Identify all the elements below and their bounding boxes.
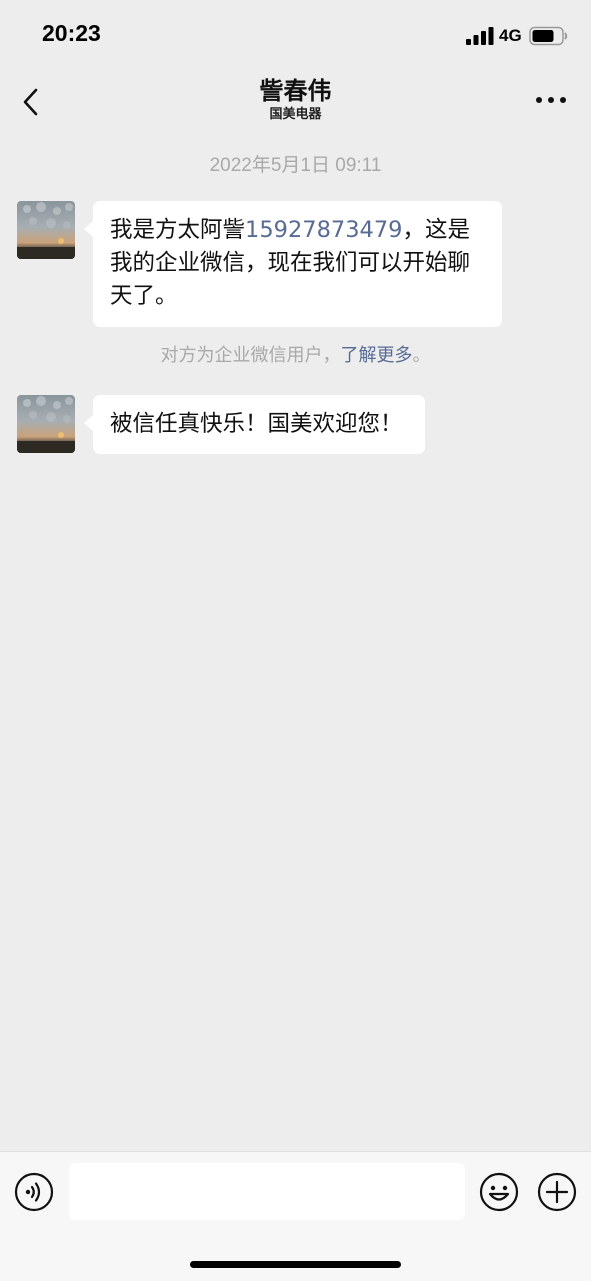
message-input[interactable] [69,1163,465,1220]
avatar-sunset-image [17,201,75,259]
chat-title-group[interactable]: 訾春伟 国美电器 [120,76,471,124]
status-bar: 20:23 4G [0,0,591,70]
phone-number-link[interactable]: 15927873479 [245,217,402,243]
system-notice-suffix: 。 [412,345,431,366]
chevron-left-icon[interactable] [14,84,50,120]
network-type: 4G [499,26,522,45]
status-time: 20:23 [42,20,101,46]
voice-icon[interactable] [14,1172,54,1212]
message-text: 被信任真快乐！国美欢迎您！ [110,411,403,437]
chat-title: 訾春伟 [259,77,332,105]
signal-strength-icon [466,27,494,45]
battery-icon [529,26,568,46]
message-bubble[interactable]: 我是方太阿訾15927873479，这是我的企业微信，现在我们可以开始聊天了。 [84,201,502,327]
emoji-icon[interactable] [479,1172,519,1212]
avatar-sunset-image [17,395,75,453]
chat-subtitle: 国美电器 [269,107,322,122]
learn-more-link[interactable]: 了解更多 [341,345,413,366]
chat-header: 訾春伟 国美电器 [0,70,591,132]
more-dots-icon[interactable] [531,88,571,112]
home-indicator [190,1261,401,1268]
message-text: 我是方太阿訾 [110,217,246,243]
message-timestamp: 2022年5月1日 09:11 [209,155,382,176]
plus-icon[interactable] [537,1172,577,1212]
system-notice-text: 对方为企业微信用户， [160,345,341,366]
message-bubble[interactable]: 被信任真快乐！国美欢迎您！ [84,395,425,454]
system-notice: 对方为企业微信用户，了解更多。 [0,341,591,367]
contact-avatar[interactable] [17,201,75,259]
contact-avatar[interactable] [17,395,75,453]
